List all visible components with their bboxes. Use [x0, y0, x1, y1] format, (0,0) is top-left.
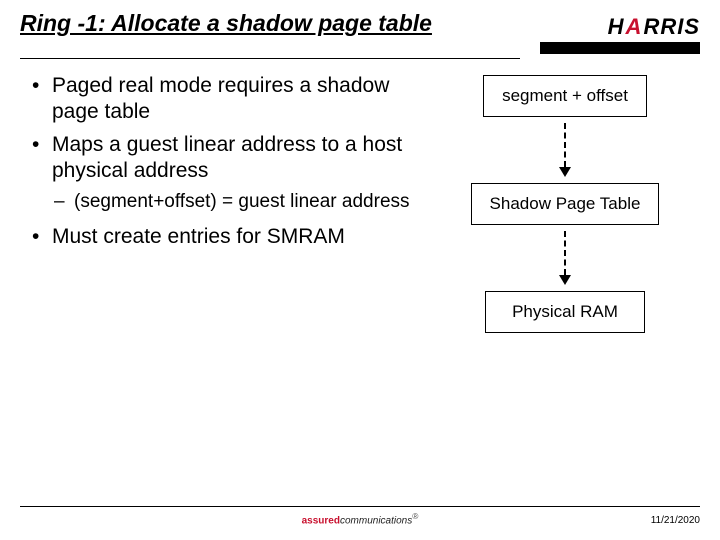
registered-icon: ®	[412, 511, 418, 521]
bullet-subitem: (segment+offset) = guest linear address	[30, 190, 430, 214]
logo-bar	[540, 42, 700, 54]
slide-header: Ring -1: Allocate a shadow page table HA…	[0, 0, 720, 54]
footer-brand: assuredcommunications®	[302, 511, 419, 526]
footer-divider	[20, 506, 700, 507]
diagram: segment + offset Shadow Page Table Physi…	[430, 73, 700, 333]
footer-row: assuredcommunications® 11/21/2020	[20, 511, 700, 526]
diagram-box-shadow: Shadow Page Table	[471, 183, 660, 225]
logo-right: RRIS	[643, 14, 700, 40]
footer-brand-right: communications	[340, 515, 412, 526]
diagram-box-ram: Physical RAM	[485, 291, 645, 333]
bullet-item: Must create entries for SMRAM	[30, 224, 430, 250]
bullet-item: Maps a guest linear address to a host ph…	[30, 132, 430, 185]
footer-date: 11/21/2020	[651, 515, 700, 526]
diagram-box-segment: segment + offset	[483, 75, 647, 117]
title-area: Ring -1: Allocate a shadow page table	[20, 10, 540, 36]
bullet-item: Paged real mode requires a shadow page t…	[30, 73, 430, 126]
footer-brand-left: assured	[302, 515, 340, 526]
bullet-list: Paged real mode requires a shadow page t…	[30, 73, 430, 333]
arrow-down-icon	[559, 123, 571, 177]
logo-left: H	[608, 14, 625, 40]
slide-footer: assuredcommunications® 11/21/2020	[20, 506, 700, 526]
logo-slash-icon: A	[626, 14, 643, 40]
harris-logo: HARRIS	[540, 10, 700, 54]
logo-text: HARRIS	[608, 14, 700, 40]
arrow-down-icon	[559, 231, 571, 285]
slide-title: Ring -1: Allocate a shadow page table	[20, 10, 440, 36]
slide-content: Paged real mode requires a shadow page t…	[0, 59, 720, 333]
